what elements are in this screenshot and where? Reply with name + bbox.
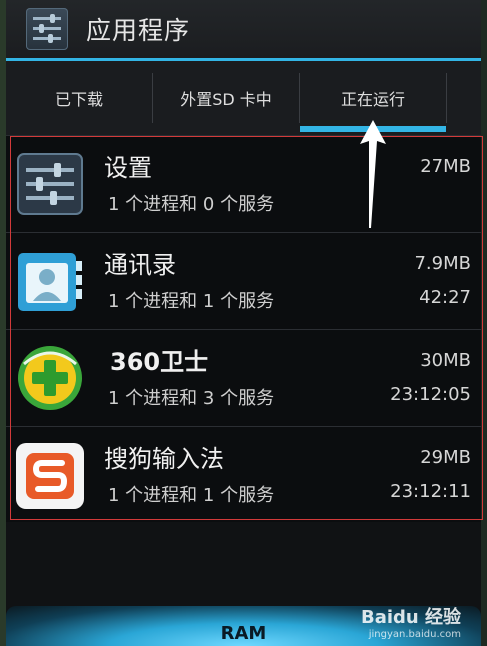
app-run-time: 23:12:05: [390, 384, 471, 405]
list-item-sogou-input[interactable]: 搜狗输入法 1 个进程和 1 个服务 29MB 23:12:11: [6, 427, 481, 523]
right-edge: [481, 0, 487, 646]
list-item-360-security[interactable]: 360卫士 1 个进程和 3 个服务 30MB 23:12:05: [6, 330, 481, 427]
watermark-title: Baidu 经验: [360, 607, 461, 628]
action-bar: 应用程序: [6, 0, 481, 58]
running-apps-list: 设置 1 个进程和 0 个服务 27MB 通讯录 1 个进程和 1 个服务 7.…: [6, 136, 481, 523]
tab-sd-card[interactable]: 外置SD 卡中: [153, 61, 299, 135]
tab-label: 已下载: [54, 90, 103, 109]
360-security-icon: [18, 346, 82, 410]
app-run-time: 42:27: [419, 287, 471, 308]
app-name: 360卫士: [110, 348, 209, 376]
app-memory-size: 30MB: [420, 350, 471, 371]
app-process-info: 1 个进程和 0 个服务: [108, 194, 275, 215]
page-title: 应用程序: [86, 16, 191, 45]
app-name: 通讯录: [104, 251, 176, 279]
contacts-icon: [18, 253, 82, 311]
app-memory-size: 29MB: [420, 447, 471, 468]
baidu-watermark: Baidu 经验 jingyan.baidu.com: [361, 603, 461, 640]
bottom-area: RAM Baidu 经验 jingyan.baidu.com: [6, 522, 481, 646]
sogou-input-icon: [16, 443, 84, 509]
annotation-arrow: [360, 120, 386, 228]
app-process-info: 1 个进程和 3 个服务: [108, 388, 275, 409]
app-run-time: 23:12:11: [390, 481, 471, 502]
tab-divider: [446, 73, 447, 123]
app-process-info: 1 个进程和 1 个服务: [108, 291, 275, 312]
tab-downloaded[interactable]: 已下载: [6, 61, 152, 135]
tab-bar: 已下载 外置SD 卡中 正在运行: [6, 61, 481, 136]
app-name: 搜狗输入法: [104, 445, 224, 473]
app-process-info: 1 个进程和 1 个服务: [108, 485, 275, 506]
app-memory-size: 7.9MB: [414, 253, 471, 274]
tab-label: 外置SD 卡中: [180, 90, 272, 109]
watermark-url: jingyan.baidu.com: [368, 629, 461, 640]
android-app-manager-screen: 应用程序 已下载 外置SD 卡中 正在运行 设置 1 个进程和 0 个服务 27…: [0, 0, 487, 646]
list-item-contacts[interactable]: 通讯录 1 个进程和 1 个服务 7.9MB 42:27: [6, 233, 481, 330]
settings-icon: [17, 153, 83, 215]
tab-label: 正在运行: [340, 90, 405, 109]
app-memory-size: 27MB: [420, 156, 471, 177]
list-item-settings[interactable]: 设置 1 个进程和 0 个服务 27MB: [6, 136, 481, 233]
app-name: 设置: [104, 154, 152, 182]
settings-app-icon[interactable]: [26, 8, 68, 50]
